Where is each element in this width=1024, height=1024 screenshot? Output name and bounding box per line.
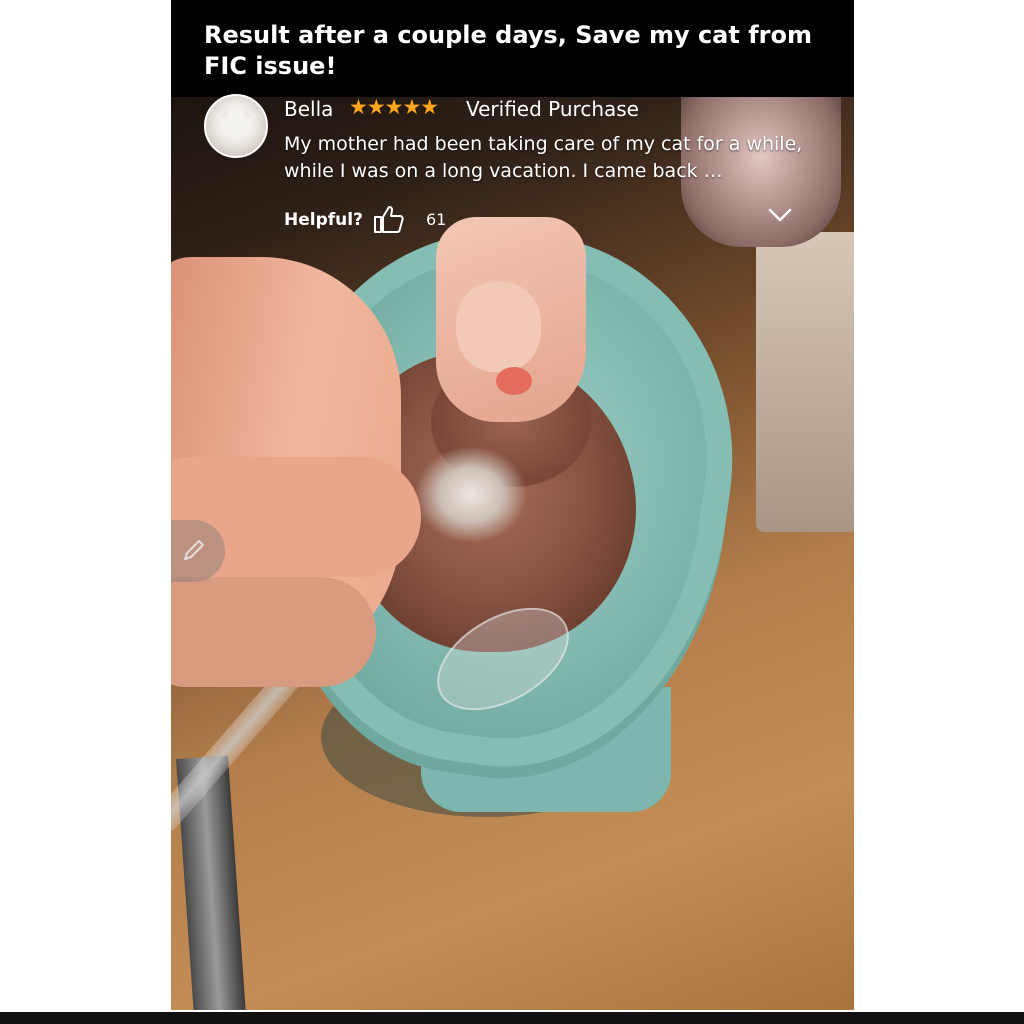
right-thumb xyxy=(456,282,541,372)
chevron-down-icon[interactable] xyxy=(767,206,793,224)
background-appliance xyxy=(756,232,854,532)
thumbs-up-icon[interactable] xyxy=(372,204,406,234)
video-frame: Result after a couple days, Save my cat … xyxy=(171,0,854,1010)
review-text[interactable]: My mother had been taking care of my cat… xyxy=(284,131,824,185)
avatar-cat-face xyxy=(224,112,248,134)
left-hand-finger xyxy=(171,577,376,687)
pencil-icon xyxy=(184,540,204,560)
reviewer-avatar[interactable] xyxy=(204,94,268,158)
review-title: Result after a couple days, Save my cat … xyxy=(204,21,812,80)
helpful-label: Helpful? xyxy=(284,210,363,230)
powder-supplement xyxy=(416,447,526,542)
review-photo xyxy=(171,97,854,1010)
painted-nail xyxy=(496,367,532,395)
bottom-bar xyxy=(0,1012,1024,1024)
verified-purchase-badge: Verified Purchase xyxy=(466,97,639,121)
helpful-count: 61 xyxy=(426,210,447,229)
reviewer-name[interactable]: Bella xyxy=(284,96,333,122)
title-bar: Result after a couple days, Save my cat … xyxy=(171,0,854,97)
star-rating: ★★★★★ xyxy=(349,95,439,119)
